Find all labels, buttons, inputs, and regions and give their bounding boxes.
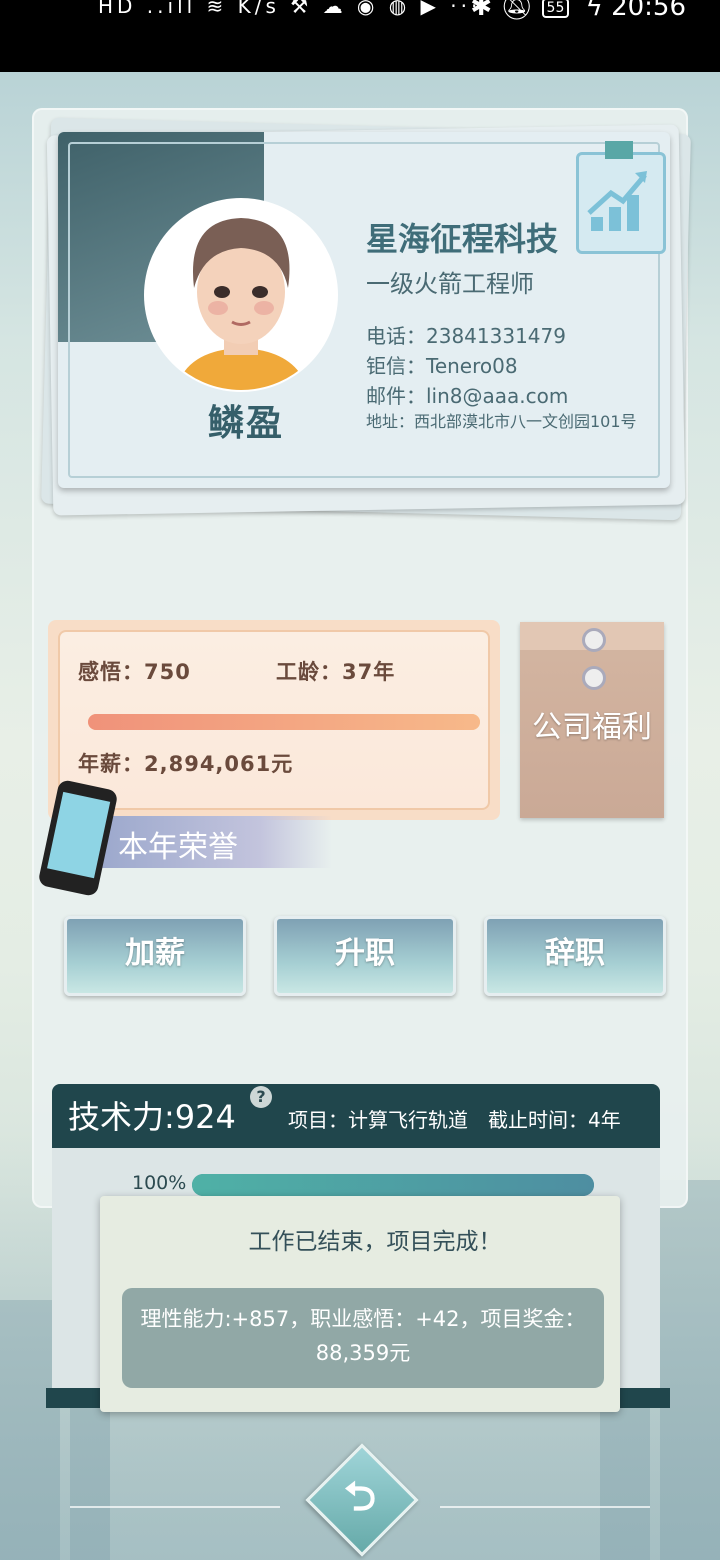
clock: 20:56 bbox=[611, 0, 686, 22]
battery-indicator: 55 bbox=[541, 0, 570, 18]
mute-icon: 🔕︎ bbox=[500, 0, 534, 22]
dialog-title: 工作已结束，项目完成！ bbox=[248, 1229, 502, 1255]
stats-panel-inner: 感悟：750 工龄：37年 年薪：2,894,061元 bbox=[58, 630, 490, 810]
charging-icon: ϟ bbox=[585, 0, 603, 22]
decorative-line bbox=[440, 1506, 650, 1508]
seniority-stat: 工龄：37年 bbox=[276, 660, 396, 684]
company-welfare-button[interactable]: 公司福利 bbox=[520, 622, 664, 818]
bluetooth-icon: ✱ bbox=[470, 0, 492, 22]
insight-stat: 感悟：750 bbox=[78, 660, 191, 684]
game-scene: 鳞盈 星海征程科技 一级火箭工程师 电话：23841331479 钜信：Tene… bbox=[0, 72, 720, 1560]
message-id: 钜信：Tenero08 bbox=[366, 354, 518, 378]
tech-power: 技术力:924 bbox=[68, 1098, 236, 1136]
decorative-line bbox=[70, 1506, 280, 1508]
promote-button[interactable]: 升职 bbox=[274, 916, 456, 996]
raise-salary-button[interactable]: 加薪 bbox=[64, 916, 246, 996]
resign-button[interactable]: 辞职 bbox=[484, 916, 666, 996]
job-title: 一级火箭工程师 bbox=[366, 270, 534, 298]
status-left-icons: HD ..ıll ≋ K/s ⚒ ☁ ◉ ◍ ▶ ··· bbox=[98, 0, 482, 18]
salary-stat: 年薪：2,894,061元 bbox=[78, 752, 294, 776]
employee-name: 鳞盈 bbox=[207, 403, 284, 444]
avatar-portrait bbox=[146, 200, 336, 390]
company-welfare-label: 公司福利 bbox=[532, 710, 652, 745]
status-right: ✱ 🔕︎ 55 ϟ 20:56 bbox=[470, 0, 686, 22]
growth-chart-icon bbox=[576, 141, 666, 254]
avatar bbox=[146, 200, 336, 390]
envelope-button-icon bbox=[582, 628, 606, 652]
back-arrow-icon[interactable]: ⮌ bbox=[340, 1474, 380, 1520]
email-address: 邮件：lin8@aaa.com bbox=[366, 384, 569, 408]
envelope-button-icon bbox=[582, 666, 606, 690]
project-header: 技术力:924 ? 项目：计算飞行轨道 截止时间：4年 bbox=[52, 1084, 660, 1148]
status-bar: HD ..ıll ≋ K/s ⚒ ☁ ◉ ◍ ▶ ··· ✱ 🔕︎ 55 ϟ 2… bbox=[0, 0, 720, 72]
company-name: 星海征程科技 bbox=[366, 220, 559, 258]
help-icon[interactable]: ? bbox=[250, 1086, 272, 1108]
project-info: 项目：计算飞行轨道 截止时间：4年 bbox=[288, 1108, 621, 1132]
project-progress-fill bbox=[192, 1174, 594, 1196]
project-progress-label: 100% bbox=[132, 1172, 187, 1194]
dialog-message: 理性能力:+857，职业感悟：+42，项目奖金：88,359元 bbox=[122, 1288, 604, 1388]
stat-progress-fill bbox=[88, 714, 480, 730]
annual-honor-label[interactable]: 本年荣誉 bbox=[118, 822, 238, 866]
project-progress-bar bbox=[192, 1174, 594, 1196]
address: 地址：西北部漠北市八一文创园101号 bbox=[366, 412, 637, 431]
stat-progress-bar bbox=[88, 714, 480, 730]
stats-panel: 感悟：750 工龄：37年 年薪：2,894,061元 bbox=[48, 620, 500, 820]
phone-number: 电话：23841331479 bbox=[366, 324, 566, 348]
project-complete-dialog[interactable]: 工作已结束，项目完成！ 理性能力:+857，职业感悟：+42，项目奖金：88,3… bbox=[100, 1196, 620, 1412]
